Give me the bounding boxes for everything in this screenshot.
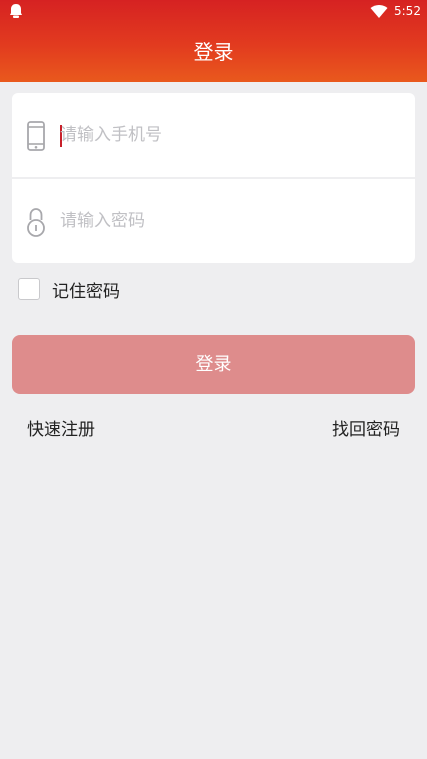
login-button[interactable]: 登录 <box>12 335 415 394</box>
phone-input[interactable] <box>60 121 400 149</box>
lock-icon <box>27 208 45 237</box>
page-title: 登录 <box>193 40 234 64</box>
status-bar: 5:52 <box>0 0 427 24</box>
remember-checkbox[interactable] <box>18 278 40 300</box>
remember-label: 记住密码 <box>52 281 120 302</box>
forgot-password-link[interactable]: 找回密码 <box>332 418 400 442</box>
remember-password[interactable]: 记住密码 <box>18 276 120 302</box>
status-time: 5:52 <box>394 4 421 18</box>
quick-register-link[interactable]: 快速注册 <box>27 418 95 442</box>
mobile-phone-icon <box>27 121 45 151</box>
notification-app-icon <box>10 4 22 18</box>
password-field[interactable] <box>12 179 415 263</box>
wifi-icon <box>370 5 388 18</box>
phone-field[interactable] <box>12 93 415 177</box>
app-header: 5:52 登录 <box>0 0 427 82</box>
password-input[interactable] <box>60 207 400 235</box>
